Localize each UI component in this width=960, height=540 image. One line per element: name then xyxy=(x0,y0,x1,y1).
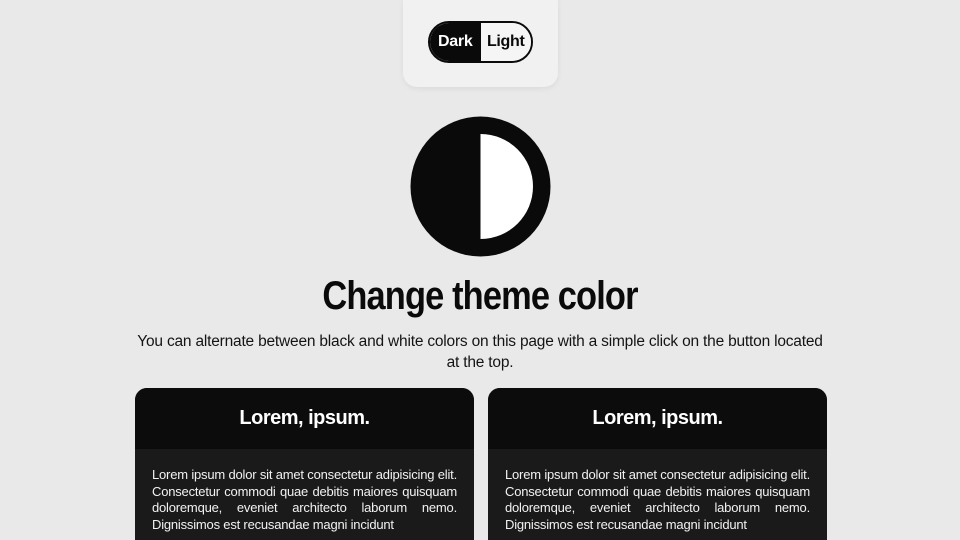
page-title: Change theme color xyxy=(322,274,638,318)
card-title: Lorem, ipsum. xyxy=(135,388,474,449)
light-theme-option[interactable]: Light xyxy=(480,23,531,61)
card: Lorem, ipsum. Lorem ipsum dolor sit amet… xyxy=(135,388,474,540)
card-title: Lorem, ipsum. xyxy=(488,388,827,449)
page-subtitle: You can alternate between black and whit… xyxy=(137,333,823,371)
theme-toggle-panel: Dark Light xyxy=(403,0,558,87)
theme-toggle[interactable]: Dark Light xyxy=(428,21,533,63)
card-body: Lorem ipsum dolor sit amet consectetur a… xyxy=(152,467,457,532)
dark-theme-option[interactable]: Dark xyxy=(430,23,481,61)
card: Lorem, ipsum. Lorem ipsum dolor sit amet… xyxy=(488,388,827,540)
contrast-icon xyxy=(410,116,551,257)
card-body: Lorem ipsum dolor sit amet consectetur a… xyxy=(505,467,810,532)
